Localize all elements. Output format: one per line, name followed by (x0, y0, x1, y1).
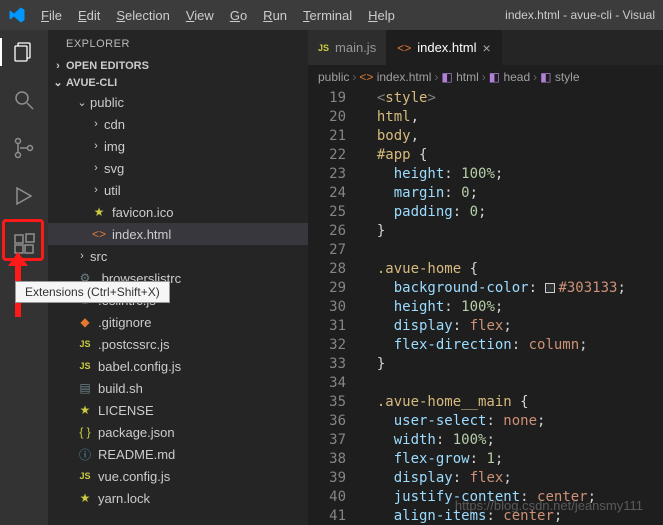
tree-item[interactable]: ⓘREADME.md (48, 443, 308, 465)
editor-tab[interactable]: JSmain.js (308, 30, 387, 65)
tree-item[interactable]: ★favicon.ico (48, 201, 308, 223)
tree-item-label: vue.config.js (98, 469, 170, 484)
tree-item-label: favicon.ico (112, 205, 173, 220)
tree-item-label: public (90, 95, 124, 110)
tree-item[interactable]: JS.postcssrc.js (48, 333, 308, 355)
search-icon[interactable] (10, 86, 38, 114)
tree-item-label: cdn (104, 117, 125, 132)
activity-bar (0, 30, 48, 525)
tree-item[interactable]: ▤build.sh (48, 377, 308, 399)
tree-item[interactable]: <>index.html (48, 223, 308, 245)
tree-item-label: src (90, 249, 107, 264)
sidebar: EXPLORER ›OPEN EDITORS ⌄AVUE-CLI ⌄public… (48, 30, 308, 525)
breadcrumb-item[interactable]: ◧ html (441, 70, 478, 84)
tree-item-label: package.json (98, 425, 175, 440)
tree-item-label: svg (104, 161, 124, 176)
tree-item-label: README.md (98, 447, 175, 462)
tree-item-label: babel.config.js (98, 359, 181, 374)
project-section[interactable]: ⌄AVUE-CLI (48, 74, 308, 91)
breadcrumb-item[interactable]: ◧ head (489, 70, 530, 84)
sidebar-title: EXPLORER (48, 30, 308, 58)
tab-label: main.js (335, 40, 376, 55)
chevron-down-icon: ⌄ (52, 76, 64, 89)
menu-help[interactable]: Help (361, 4, 402, 27)
code-content[interactable]: <style> html, body, #app { height: 100%;… (360, 89, 663, 525)
run-debug-icon[interactable] (10, 182, 38, 210)
breadcrumb-item[interactable]: <> index.html (359, 70, 431, 84)
menu-run[interactable]: Run (256, 4, 294, 27)
chevron-right-icon: › (352, 70, 356, 84)
tree-item[interactable]: { }package.json (48, 421, 308, 443)
tree-item[interactable]: ⌄public (48, 91, 308, 113)
tree-item-label: img (104, 139, 125, 154)
tree-item[interactable]: ›src (48, 245, 308, 267)
extensions-tooltip: Extensions (Ctrl+Shift+X) (15, 281, 170, 303)
menubar: File Edit Selection View Go Run Terminal… (34, 4, 402, 27)
breadcrumb-item[interactable]: public (318, 70, 349, 84)
chevron-right-icon: › (482, 70, 486, 84)
menu-view[interactable]: View (179, 4, 221, 27)
titlebar: File Edit Selection View Go Run Terminal… (0, 0, 663, 30)
tree-item-label: .postcssrc.js (98, 337, 170, 352)
tree-item-label: util (104, 183, 121, 198)
code-editor[interactable]: 19 20 21 22 23 24 25 26 27 28 29 30 31 3… (308, 89, 663, 525)
vscode-logo-icon (8, 6, 26, 24)
chevron-right-icon: › (52, 60, 64, 72)
explorer-icon[interactable] (10, 38, 38, 66)
tree-item-label: .gitignore (98, 315, 151, 330)
tree-item[interactable]: JSbabel.config.js (48, 355, 308, 377)
chevron-right-icon: › (434, 70, 438, 84)
line-gutter: 19 20 21 22 23 24 25 26 27 28 29 30 31 3… (308, 89, 360, 525)
menu-file[interactable]: File (34, 4, 69, 27)
editor-tab[interactable]: <>index.html× (387, 30, 501, 65)
source-control-icon[interactable] (10, 134, 38, 162)
menu-edit[interactable]: Edit (71, 4, 107, 27)
tree-item[interactable]: ★yarn.lock (48, 487, 308, 509)
menu-terminal[interactable]: Terminal (296, 4, 359, 27)
watermark: https://blog.csdn.net/jeansmy111 (455, 498, 643, 513)
tree-item-label: yarn.lock (98, 491, 150, 506)
close-icon[interactable]: × (482, 40, 490, 56)
tree-item[interactable]: ›cdn (48, 113, 308, 135)
open-editors-section[interactable]: ›OPEN EDITORS (48, 58, 308, 74)
breadcrumb-item[interactable]: ◧ style (540, 70, 579, 84)
breadcrumb[interactable]: public›<> index.html›◧ html›◧ head›◧ sty… (308, 65, 663, 89)
editor-area: JSmain.js<>index.html× public›<> index.h… (308, 30, 663, 525)
tab-label: index.html (417, 40, 476, 55)
tree-item[interactable]: ›img (48, 135, 308, 157)
menu-selection[interactable]: Selection (109, 4, 176, 27)
window-title: index.html - avue-cli - Visual (505, 8, 655, 22)
tree-item[interactable]: JSvue.config.js (48, 465, 308, 487)
tree-item-label: LICENSE (98, 403, 154, 418)
tree-item[interactable]: ›util (48, 179, 308, 201)
tree-item-label: build.sh (98, 381, 143, 396)
tree-item[interactable]: ◆.gitignore (48, 311, 308, 333)
tree-item-label: index.html (112, 227, 171, 242)
editor-tabs: JSmain.js<>index.html× (308, 30, 663, 65)
tree-item[interactable]: ›svg (48, 157, 308, 179)
tree-item[interactable]: ★LICENSE (48, 399, 308, 421)
chevron-right-icon: › (533, 70, 537, 84)
menu-go[interactable]: Go (223, 4, 254, 27)
